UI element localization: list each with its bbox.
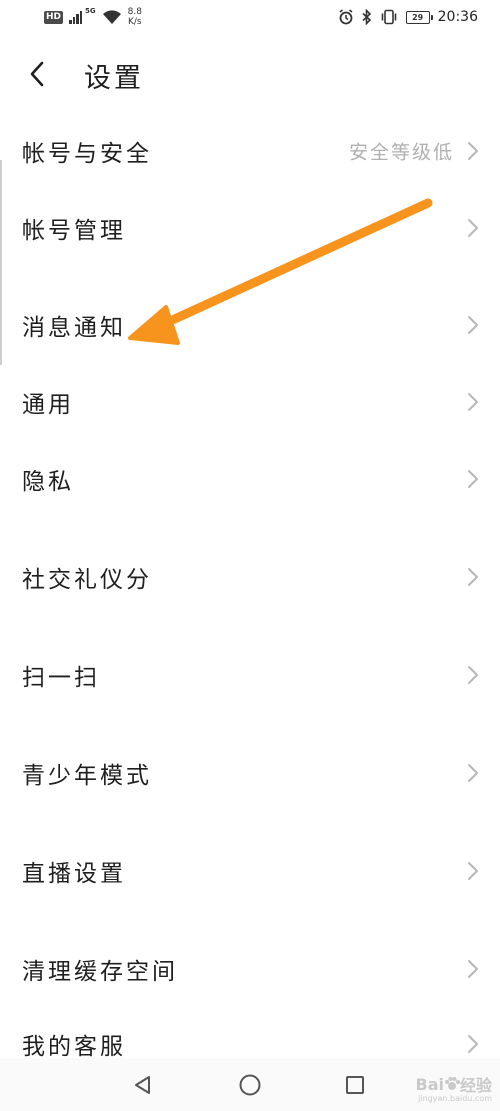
settings-item-label: 我的客服	[22, 1034, 126, 1060]
network-speed-unit: K/s	[127, 17, 142, 27]
chevron-right-icon	[468, 960, 478, 978]
settings-item-label: 青少年模式	[22, 763, 152, 789]
battery-icon: 29	[405, 10, 433, 24]
settings-item-notifications[interactable]: 消息通知	[0, 295, 500, 355]
cellular-signal-icon	[69, 10, 83, 24]
circle-home-icon	[239, 1074, 261, 1096]
network-generation: 5G	[85, 7, 96, 15]
nav-recents-button[interactable]	[340, 1070, 370, 1100]
settings-item-label: 社交礼仪分	[22, 567, 152, 593]
wifi-icon	[102, 9, 122, 25]
chevron-right-icon	[468, 1035, 478, 1053]
clock: 20:36	[437, 9, 478, 25]
system-nav-bar: Bai 经验 jingyan.baidu.com	[0, 1058, 500, 1111]
baidu-jingyan-watermark: Bai 经验 jingyan.baidu.com	[416, 1072, 493, 1104]
watermark-brand-text: Bai	[415, 1074, 444, 1094]
settings-item-teen-mode[interactable]: 青少年模式	[0, 743, 500, 803]
status-bar-left: HD 5G 8.8 K/s	[44, 6, 142, 28]
settings-item-label: 隐私	[22, 469, 74, 495]
watermark-brand: Bai 经验	[416, 1072, 493, 1096]
chevron-right-icon	[468, 142, 478, 160]
settings-item-live-settings[interactable]: 直播设置	[0, 841, 500, 901]
chevron-right-icon	[468, 666, 478, 684]
settings-item-social-etiquette[interactable]: 社交礼仪分	[0, 547, 500, 607]
settings-item-label: 直播设置	[22, 861, 126, 887]
network-speed: 8.8 K/s	[128, 7, 142, 27]
chevron-right-icon	[468, 862, 478, 880]
network-speed-value: 8.8	[127, 7, 142, 17]
settings-item-label: 帐号管理	[22, 218, 126, 244]
nav-home-button[interactable]	[235, 1070, 265, 1100]
triangle-back-icon	[135, 1076, 150, 1094]
status-bar-right: 29 20:36	[338, 6, 478, 28]
paw-icon	[444, 1077, 460, 1090]
hd-badge: HD	[44, 10, 64, 24]
settings-item-privacy[interactable]: 隐私	[0, 449, 500, 509]
back-button[interactable]	[22, 58, 52, 90]
nav-back-button[interactable]	[128, 1070, 158, 1100]
chevron-right-icon	[468, 470, 478, 488]
settings-item-account-management[interactable]: 帐号管理	[0, 198, 500, 258]
watermark-url: jingyan.baidu.com	[418, 1094, 492, 1103]
settings-item-clear-cache[interactable]: 清理缓存空间	[0, 939, 500, 999]
alarm-icon	[338, 9, 354, 25]
settings-item-label: 通用	[22, 392, 74, 418]
chevron-right-icon	[468, 316, 478, 334]
chevron-right-icon	[468, 568, 478, 586]
watermark-brand-suffix: 经验	[459, 1076, 492, 1095]
chevron-left-icon	[30, 61, 44, 87]
vibrate-icon	[380, 9, 398, 25]
settings-item-general[interactable]: 通用	[0, 372, 500, 432]
settings-item-label: 消息通知	[22, 315, 126, 341]
settings-item-label: 扫一扫	[22, 665, 100, 691]
chevron-right-icon	[468, 219, 478, 237]
page-title: 设置	[84, 63, 144, 94]
status-bar: HD 5G 8.8 K/s 29 20:36	[0, 0, 500, 36]
chevron-right-icon	[468, 764, 478, 782]
square-recents-icon	[346, 1076, 364, 1094]
security-level-value: 安全等级低	[348, 141, 454, 164]
settings-item-scan[interactable]: 扫一扫	[0, 645, 500, 705]
settings-item-label: 帐号与安全	[22, 141, 152, 167]
bluetooth-icon	[362, 9, 372, 25]
header: 设置	[0, 50, 500, 98]
chevron-right-icon	[468, 393, 478, 411]
settings-item-account-security[interactable]: 帐号与安全 安全等级低	[0, 121, 500, 181]
settings-item-label: 清理缓存空间	[22, 959, 178, 985]
